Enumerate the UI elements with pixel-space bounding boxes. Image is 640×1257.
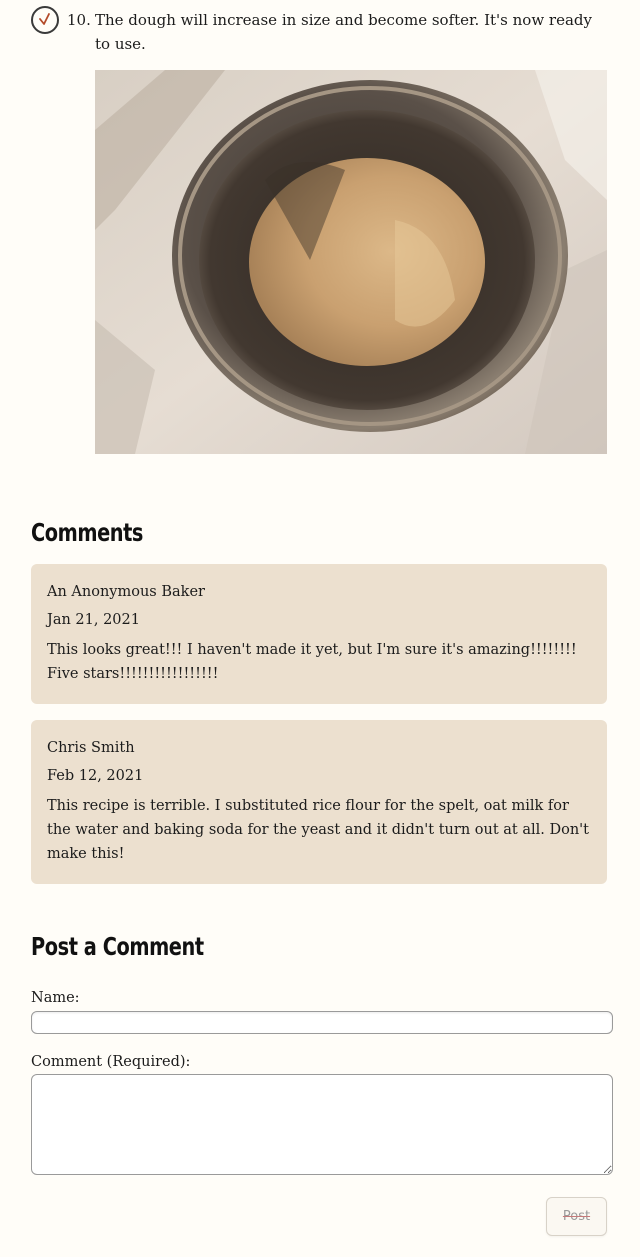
comment-author: An Anonymous Baker <box>47 584 205 600</box>
comment-date: Feb 12, 2021 <box>47 768 144 784</box>
comment-text: This recipe is terrible. I substituted r… <box>47 798 589 862</box>
step-text: 10. The dough will increase in size and … <box>67 8 607 56</box>
comment-text: This looks great!!! I haven't made it ye… <box>47 642 577 682</box>
comment-textarea[interactable] <box>31 1074 613 1175</box>
step-number: 10. <box>67 11 91 29</box>
comment-date: Jan 21, 2021 <box>47 612 140 628</box>
check-circle-icon[interactable] <box>31 6 59 34</box>
name-label: Name: <box>31 990 80 1006</box>
comment-card: Chris Smith Feb 12, 2021 This recipe is … <box>31 720 607 884</box>
comment-author: Chris Smith <box>47 740 135 756</box>
comment-card: An Anonymous Baker Jan 21, 2021 This loo… <box>31 564 607 704</box>
post-button[interactable]: Post <box>546 1197 607 1236</box>
step-instruction: The dough will increase in size and beco… <box>95 11 592 53</box>
dough-bowl-photo <box>95 70 607 454</box>
comment-label: Comment (Required): <box>31 1054 191 1070</box>
comments-heading: Comments <box>31 518 144 547</box>
post-comment-heading: Post a Comment <box>31 932 204 961</box>
name-input[interactable] <box>31 1011 613 1034</box>
